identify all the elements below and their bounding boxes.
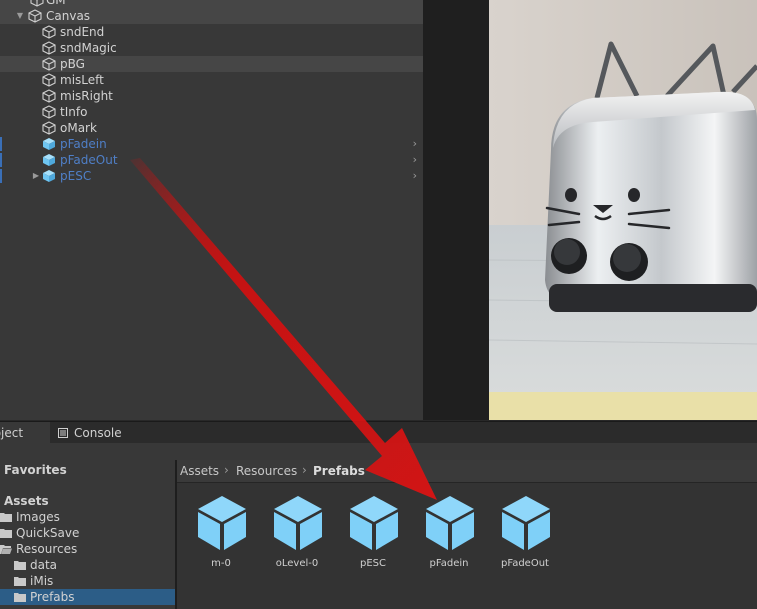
breadcrumb-assets[interactable]: Assets: [180, 464, 219, 478]
prefab-icon: [43, 170, 55, 182]
gameobject-icon: [42, 105, 56, 119]
folder-resources[interactable]: Resources: [0, 541, 175, 557]
gameobject-icon: [28, 9, 42, 23]
cat-toaster-image: [489, 0, 757, 420]
hierarchy-item-label: pESC: [60, 169, 92, 183]
console-icon: [58, 428, 68, 438]
gameobject-icon: [30, 0, 44, 7]
folder-icon: [14, 577, 26, 586]
breadcrumb-prefabs[interactable]: Prefabs: [313, 464, 365, 478]
favorites-header[interactable]: Favorites: [0, 462, 175, 478]
folder-quicksave[interactable]: QuickSave: [0, 525, 175, 541]
asset-prefab-olevel-0[interactable]: oLevel-0: [258, 494, 336, 578]
breadcrumb: Assets › Resources › Prefabs: [177, 460, 757, 483]
open-folder-icon: [0, 545, 12, 554]
asset-label: oLevel-0: [275, 558, 319, 569]
tab-console[interactable]: Console: [54, 422, 134, 444]
hierarchy-item-label: oMark: [60, 121, 97, 135]
hierarchy-item-label: pFadeOut: [60, 153, 118, 167]
hierarchy-item-pfadeout[interactable]: pFadeOut ›: [0, 152, 423, 168]
folder-images[interactable]: Images: [0, 509, 175, 525]
asset-label: pFadein: [429, 558, 469, 569]
chevron-right-icon[interactable]: ›: [413, 152, 417, 168]
folder-icon: [14, 561, 26, 570]
hierarchy-item-label: pBG: [60, 57, 85, 71]
hierarchy-item-label: sndMagic: [60, 41, 117, 55]
panel-splitter[interactable]: [423, 0, 489, 420]
asset-prefab-m-0[interactable]: m-0: [182, 494, 260, 578]
hierarchy-panel: GM ▼ Canvas sndEnd sndMagic pBG misLeft: [0, 0, 423, 420]
assets-header[interactable]: Assets: [0, 493, 175, 509]
hierarchy-item-sndmagic[interactable]: sndMagic: [0, 40, 423, 56]
folder-prefabs[interactable]: Prefabs: [0, 589, 175, 605]
tab-project[interactable]: Project: [0, 422, 50, 444]
hierarchy-item-label: Canvas: [46, 9, 91, 23]
prefab-icon: [426, 496, 474, 550]
prefab-icon: [43, 138, 55, 150]
hierarchy-item-label: tInfo: [60, 105, 88, 119]
chevron-right-icon: ›: [224, 463, 229, 477]
asset-prefab-pesc[interactable]: pESC: [334, 494, 412, 578]
tab-label: Console: [74, 426, 122, 440]
gameobject-icon: [42, 73, 56, 87]
asset-prefab-pfadein[interactable]: pFadein: [410, 494, 488, 578]
hierarchy-item-omark[interactable]: oMark: [0, 120, 423, 136]
hierarchy-item-label: pFadein: [60, 137, 107, 151]
tab-label: Project: [0, 426, 24, 440]
folder-icon: [0, 513, 12, 522]
hierarchy-item-gm[interactable]: GM: [0, 0, 423, 8]
folder-icon: [14, 593, 26, 602]
chevron-right-icon[interactable]: ›: [413, 168, 417, 184]
gameobject-icon: [42, 89, 56, 103]
gameobject-icon: [42, 121, 56, 135]
hierarchy-item-tinfo[interactable]: tInfo: [0, 104, 423, 120]
chevron-right-icon[interactable]: ›: [413, 136, 417, 152]
asset-label: m-0: [211, 558, 231, 569]
override-marker: [0, 153, 2, 167]
bottom-tab-bar: Project Console: [0, 421, 757, 444]
hierarchy-item-pbg[interactable]: pBG: [0, 56, 423, 72]
hierarchy-item-label: misRight: [60, 89, 113, 103]
asset-label: pFadeOut: [501, 558, 549, 569]
folder-icon: [0, 529, 12, 538]
prefab-icon: [350, 496, 398, 550]
chevron-right-icon: ›: [302, 463, 307, 477]
asset-prefab-pfadeout[interactable]: pFadeOut: [486, 494, 564, 578]
asset-label: pESC: [360, 558, 386, 569]
folder-data[interactable]: data: [0, 557, 175, 573]
override-marker: [0, 169, 2, 183]
hierarchy-item-canvas[interactable]: ▼ Canvas: [0, 8, 423, 24]
gameobject-icon: [42, 41, 56, 55]
hierarchy-item-misleft[interactable]: misLeft: [0, 72, 423, 88]
folder-imis[interactable]: iMis: [0, 573, 175, 589]
collapsed-arrow-icon[interactable]: ▶: [30, 168, 42, 184]
prefab-icon: [502, 496, 550, 550]
override-marker: [0, 137, 2, 151]
hierarchy-item-sndend[interactable]: sndEnd: [0, 24, 423, 40]
hierarchy-item-misright[interactable]: misRight: [0, 88, 423, 104]
hierarchy-item-label: misLeft: [60, 73, 104, 87]
breadcrumb-resources[interactable]: Resources: [236, 464, 297, 478]
project-toolbar: [0, 443, 757, 460]
gameobject-icon: [42, 57, 56, 71]
hierarchy-item-label: sndEnd: [60, 25, 105, 39]
hierarchy-item-pfadein[interactable]: pFadein ›: [0, 136, 423, 152]
prefab-icon: [274, 496, 322, 550]
hierarchy-item-label: GM: [46, 0, 66, 7]
hierarchy-item-pesc[interactable]: ▶ pESC ›: [0, 168, 423, 184]
expanded-arrow-icon[interactable]: ▼: [14, 8, 26, 24]
prefab-icon: [43, 154, 55, 166]
project-folder-tree: Favorites Assets Images QuickSave Resour…: [0, 460, 175, 609]
gameobject-icon: [42, 25, 56, 39]
prefab-icon: [198, 496, 246, 550]
